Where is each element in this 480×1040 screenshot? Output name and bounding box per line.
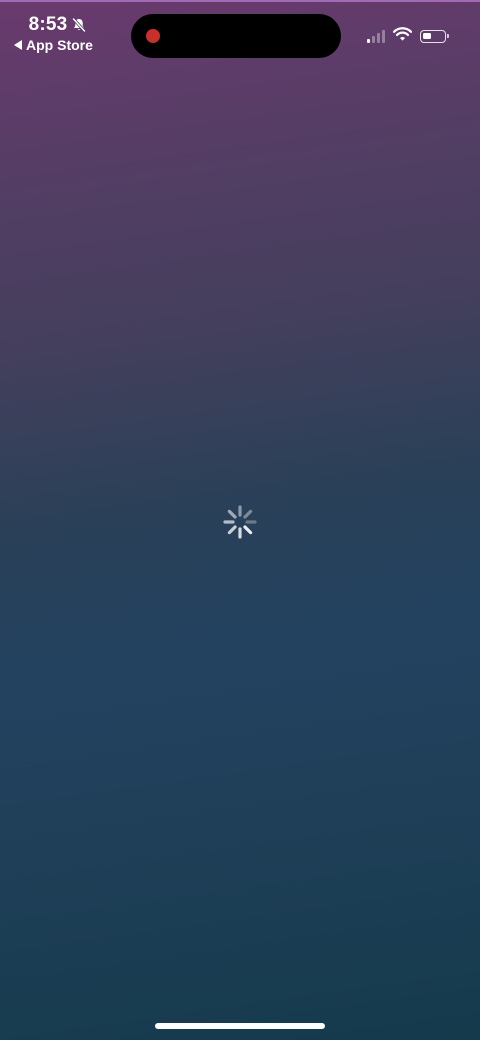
back-to-app-store-button[interactable]: App Store: [14, 37, 114, 53]
battery-icon: [420, 30, 449, 43]
back-label: App Store: [26, 37, 93, 53]
signal-bar: [377, 33, 380, 43]
battery-tip: [447, 34, 449, 38]
bell-slash-icon: [71, 17, 87, 33]
dynamic-island: [131, 14, 341, 58]
status-time: 8:53: [28, 14, 68, 35]
spinner-spoke: [243, 525, 253, 535]
status-bar: 8:53 App Store: [0, 0, 480, 64]
time-row: 8:53: [14, 14, 102, 36]
signal-bar: [372, 36, 375, 43]
spinner-spoke: [243, 509, 253, 519]
battery-level-fill: [423, 33, 431, 39]
wifi-icon: [392, 27, 413, 46]
spinner-spoke: [227, 509, 237, 519]
status-icons: [367, 27, 449, 46]
time-block: 8:53 App Store: [14, 14, 114, 53]
home-indicator[interactable]: [155, 1023, 325, 1029]
activity-spinner-icon: [223, 505, 257, 539]
screen-recording-indicator: [146, 29, 160, 43]
cellular-signal-icon: [367, 30, 385, 43]
back-chevron-icon: [14, 40, 22, 50]
signal-bar: [382, 30, 385, 43]
signal-bar: [367, 39, 370, 43]
spinner-spoke: [227, 525, 237, 535]
